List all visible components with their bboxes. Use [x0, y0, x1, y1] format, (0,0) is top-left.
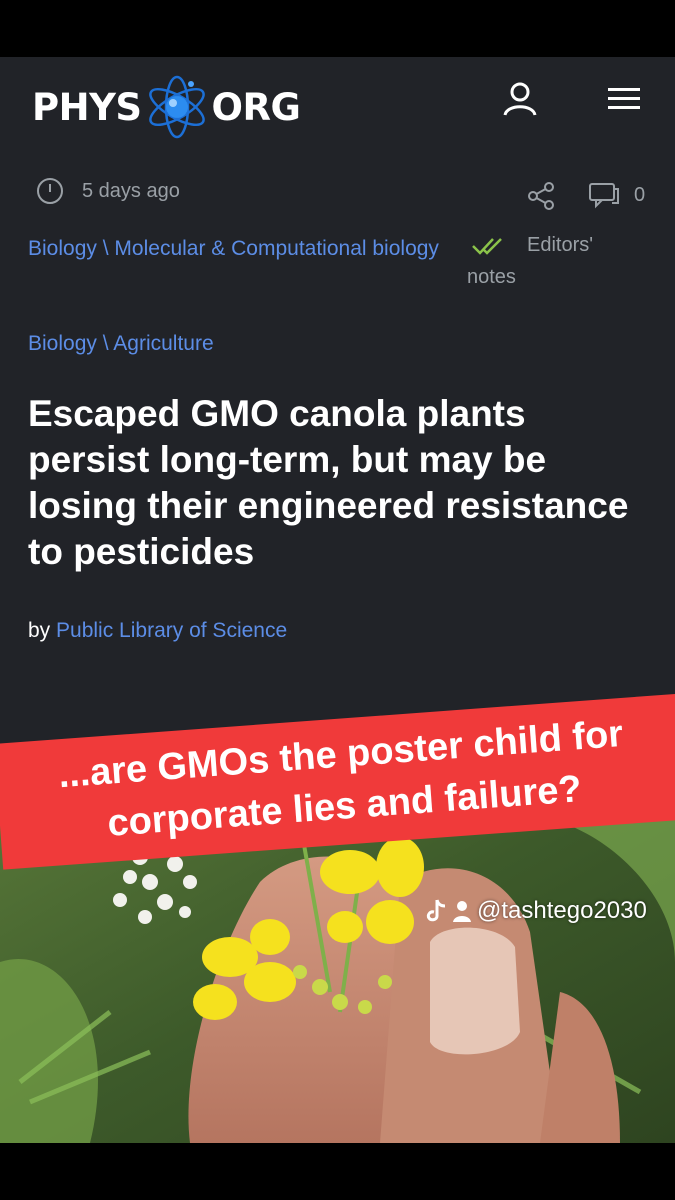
tiktok-icon	[426, 899, 446, 922]
time-ago-label: 5 days ago	[82, 179, 180, 202]
category-section-link[interactable]: Biology	[28, 237, 97, 260]
logo-text-left: PHYS	[32, 85, 142, 129]
editors-notes[interactable]: Editors' notes	[467, 229, 637, 293]
comments-button[interactable]: 0	[588, 181, 645, 209]
author-link[interactable]: Public Library of Science	[56, 619, 287, 642]
category-molecular-biology: Biology \ Molecular & Computational biol…	[28, 225, 448, 272]
atom-icon	[148, 75, 205, 139]
publish-time: 5 days ago	[36, 177, 180, 205]
logo-text-right: ORG	[211, 85, 301, 129]
article-headline: Escaped GMO canola plants persist long-t…	[28, 393, 629, 572]
share-button[interactable]	[526, 181, 556, 211]
hamburger-menu-icon	[608, 88, 640, 109]
tiktok-watermark: @tashtego2030	[425, 897, 647, 925]
share-icon	[528, 182, 554, 210]
menu-button[interactable]	[606, 83, 642, 115]
user-silhouette-icon	[453, 901, 471, 922]
category-agriculture: Biology \ Agriculture	[28, 320, 214, 367]
user-icon	[503, 82, 537, 116]
byline-prefix: by	[28, 619, 51, 642]
account-button[interactable]	[500, 79, 540, 119]
category-topic-link[interactable]: Molecular & Computational biology	[114, 237, 439, 260]
app-screen: PHYS ORG 5 days ago 0 Biology \ Molecula…	[0, 57, 675, 1143]
category-separator: \	[102, 237, 109, 260]
comments-icon	[589, 183, 619, 209]
category-topic-link[interactable]: Agriculture	[113, 332, 213, 355]
category-separator: \	[102, 332, 109, 355]
comment-count: 0	[634, 183, 646, 206]
double-check-icon	[472, 237, 502, 255]
clock-icon	[37, 178, 63, 204]
category-section-link[interactable]: Biology	[28, 332, 97, 355]
phys-org-logo[interactable]: PHYS ORG	[32, 75, 301, 139]
watermark-handle: @tashtego2030	[477, 897, 647, 924]
byline: by Public Library of Science	[28, 619, 287, 643]
